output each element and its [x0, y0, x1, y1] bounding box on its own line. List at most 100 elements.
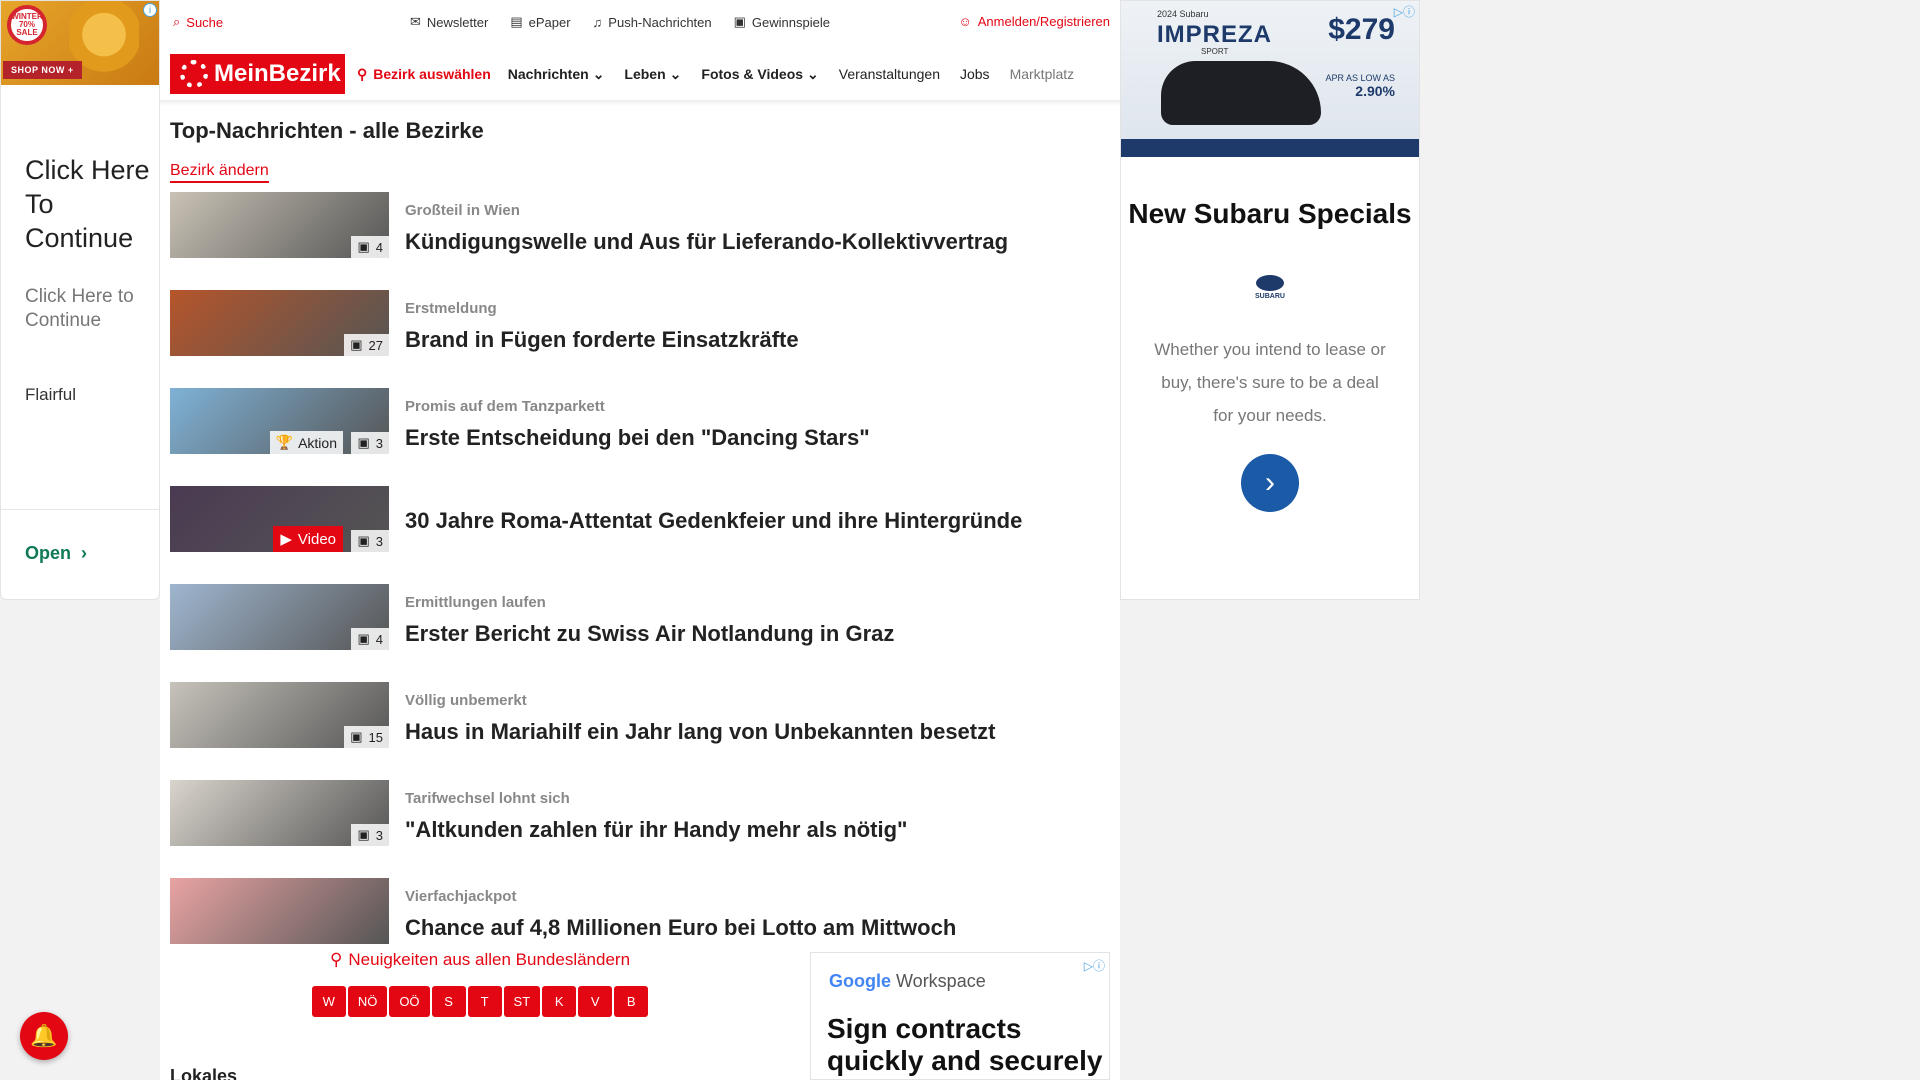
epaper-link[interactable]: ▤ ePaper	[510, 14, 570, 30]
gewinnspiele-link[interactable]: ▣ Gewinnspiele	[734, 14, 830, 30]
page-title: Top-Nachrichten - alle Bezirke	[170, 118, 484, 143]
bundeslaender-link[interactable]: ⚲ Neuigkeiten aus allen Bundesländern	[330, 950, 630, 970]
article-title[interactable]: Erste Entscheidung bei den "Dancing Star…	[405, 425, 870, 451]
state-button[interactable]: W	[311, 986, 346, 1017]
chevron-right-icon: ›	[1265, 466, 1275, 499]
subaru-logo-text: SUBARU	[1255, 293, 1285, 300]
article-text: Tarifwechsel lohnt sich "Altkunden zahlen…	[405, 780, 907, 843]
photo-count-badge: ▣ 27	[344, 334, 389, 356]
article-kicker: Großteil in Wien	[405, 202, 520, 219]
state-button[interactable]: S	[431, 986, 466, 1017]
article-thumbnail[interactable]: ▣ 15	[170, 682, 389, 748]
article-item[interactable]: ▣ 4 Ermittlungen laufen Erster Bericht zu S…	[170, 584, 1100, 682]
push-link[interactable]: ♫ Push-Nachrichten	[593, 14, 712, 30]
state-button[interactable]: K	[542, 986, 577, 1017]
article-title[interactable]: 30 Jahre Roma-Attentat Gedenkfeier und i…	[405, 508, 1022, 534]
main-nav: MeinBezirk ⚲ Bezirk auswählen Nachrichte…	[160, 54, 1120, 106]
article-title[interactable]: Chance auf 4,8 Millionen Euro bei Lotto …	[405, 915, 956, 941]
push-label: Push-Nachrichten	[608, 14, 712, 30]
open-button[interactable]: Open ›	[25, 543, 87, 564]
photo-count-badge: ▣ 3	[351, 530, 389, 552]
article-title[interactable]: Erster Bericht zu Swiss Air Notlandung i…	[405, 621, 894, 647]
change-bezirk-link[interactable]: Bezirk ändern	[170, 162, 269, 183]
notification-bell-button[interactable]: 🔔	[20, 1012, 68, 1060]
ad-info-icon[interactable]: i	[143, 3, 157, 17]
image-icon: ▣	[350, 337, 363, 352]
nav-item-leben[interactable]: Leben ⌄	[624, 66, 681, 83]
subaru-logo: SUBARU	[1248, 275, 1292, 305]
article-thumbnail[interactable]: ▣ 27	[170, 290, 389, 356]
article-text: 30 Jahre Roma-Attentat Gedenkfeier und i…	[405, 486, 1022, 534]
photo-count: 4	[375, 631, 383, 647]
workspace-ad[interactable]: ▷ⓘ Google Workspace Sign contracts quick…	[810, 952, 1110, 1080]
article-item[interactable]: ▣ 15 Völlig unbemerkt Haus in Mariahilf ein…	[170, 682, 1100, 780]
aktion-badge: 🏆 Aktion	[269, 431, 343, 454]
left-ad-banner[interactable]: WINTER 70% SALE SHOP NOW + i	[1, 1, 159, 85]
google-label: Google	[829, 971, 891, 991]
subaru-banner[interactable]: 2024 Subaru IMPREZA SPORT $279 APR AS LO…	[1121, 1, 1419, 157]
nav-item-veranstaltungen[interactable]: Veranstaltungen	[839, 66, 940, 83]
state-button[interactable]: V	[578, 986, 613, 1017]
article-title[interactable]: "Altkunden zahlen für ihr Handy mehr als…	[405, 817, 907, 843]
shop-now-button[interactable]: SHOP NOW +	[3, 61, 82, 79]
gift-icon: ▣	[733, 14, 746, 29]
divider	[1, 509, 159, 510]
state-button[interactable]: B	[614, 986, 649, 1017]
nav-item-fotos-videos[interactable]: Fotos & Videos ⌄	[701, 66, 818, 83]
ad-info-icon[interactable]: ▷ⓘ	[1084, 957, 1105, 974]
article-item[interactable]: ▣ 4 Großteil in Wien Kündigungswelle und Au…	[170, 192, 1100, 290]
logo-text: MeinBezirk	[214, 60, 341, 87]
logo[interactable]: MeinBezirk	[170, 54, 345, 94]
article-item[interactable]: ▶ Video ▣ 3 30 Jahre Roma-Attentat Gedenkfei…	[170, 486, 1100, 584]
login-link[interactable]: ☺ Anmelden/Registrieren	[958, 14, 1110, 29]
left-ad-subline[interactable]: Click Here to Continue	[25, 285, 159, 333]
nav-item-nachrichten[interactable]: Nachrichten ⌄	[508, 66, 605, 83]
left-ad-headline[interactable]: Click Here To Continue	[25, 153, 159, 255]
image-icon: ▣	[357, 533, 370, 548]
image-icon: ▣	[357, 631, 370, 646]
article-item[interactable]: ▣ 3 Tarifwechsel lohnt sich "Altkunden zahl…	[170, 780, 1100, 878]
article-thumbnail[interactable]: ▣ 4	[170, 192, 389, 258]
right-ad[interactable]: 2024 Subaru IMPREZA SPORT $279 APR AS LO…	[1120, 0, 1420, 600]
article-kicker: Promis auf dem Tanzparkett	[405, 398, 605, 415]
article-thumbnail[interactable]: ▣ 4	[170, 584, 389, 650]
image-icon: ▣	[357, 435, 370, 450]
right-ad-go-button[interactable]: ›	[1241, 454, 1299, 512]
bezirk-select[interactable]: ⚲ Bezirk auswählen	[357, 66, 491, 83]
state-button[interactable]: OÖ	[389, 986, 430, 1017]
state-button[interactable]: NÖ	[347, 986, 388, 1017]
search-label: Suche	[186, 14, 224, 30]
article-item[interactable]: 🏆 Aktion ▣ 3 Promis auf dem Tanzparkett Erste…	[170, 388, 1100, 486]
article-title[interactable]: Brand in Fügen forderte Einsatzkräfte	[405, 327, 799, 353]
article-thumbnail[interactable]	[170, 878, 389, 944]
epaper-label: ePaper	[528, 14, 571, 30]
photo-count: 3	[375, 533, 383, 549]
state-button[interactable]: ST	[503, 986, 541, 1017]
newsletter-link[interactable]: ✉ Newsletter	[410, 14, 488, 30]
left-ad[interactable]: WINTER 70% SALE SHOP NOW + i Click Here …	[0, 0, 160, 600]
article-thumbnail[interactable]: 🏆 Aktion ▣ 3	[170, 388, 389, 454]
open-label: Open	[25, 543, 72, 563]
search-button[interactable]: ⌕ Suche	[173, 14, 223, 30]
article-thumbnail[interactable]: ▣ 3	[170, 780, 389, 846]
main-content: ⌕ Suche ✉ Newsletter ▤ ePaper ♫ Push-Nachri…	[160, 0, 1120, 1080]
article-thumbnail[interactable]: ▶ Video ▣ 3	[170, 486, 389, 552]
right-ad-headline[interactable]: New Subaru Specials	[1121, 193, 1419, 235]
article-title[interactable]: Haus in Mariahilf ein Jahr lang von Unbe…	[405, 719, 995, 745]
article-item[interactable]: ▣ 27 Erstmeldung Brand in Fügen forderte Ei…	[170, 290, 1100, 388]
bell-icon: ♫	[592, 14, 603, 30]
photo-count-badge: ▣ 4	[351, 628, 389, 650]
nav-item-marktplatz[interactable]: Marktplatz	[1010, 66, 1075, 83]
car-image	[1161, 61, 1321, 125]
nav-item-jobs[interactable]: Jobs	[960, 66, 990, 83]
image-icon: ▣	[357, 827, 370, 842]
ad-model-name: IMPREZA	[1157, 21, 1272, 48]
article-kicker: Völlig unbemerkt	[405, 692, 527, 709]
photo-count: 15	[368, 729, 383, 745]
article-title[interactable]: Kündigungswelle und Aus für Lieferando-K…	[405, 229, 1008, 255]
image-icon: ▣	[350, 729, 363, 744]
ad-rate: 2.90%	[1355, 83, 1395, 99]
state-button[interactable]: T	[467, 986, 502, 1017]
ad-info-icon[interactable]: ▷ⓘ	[1394, 3, 1415, 20]
article-kicker: Erstmeldung	[405, 300, 497, 317]
